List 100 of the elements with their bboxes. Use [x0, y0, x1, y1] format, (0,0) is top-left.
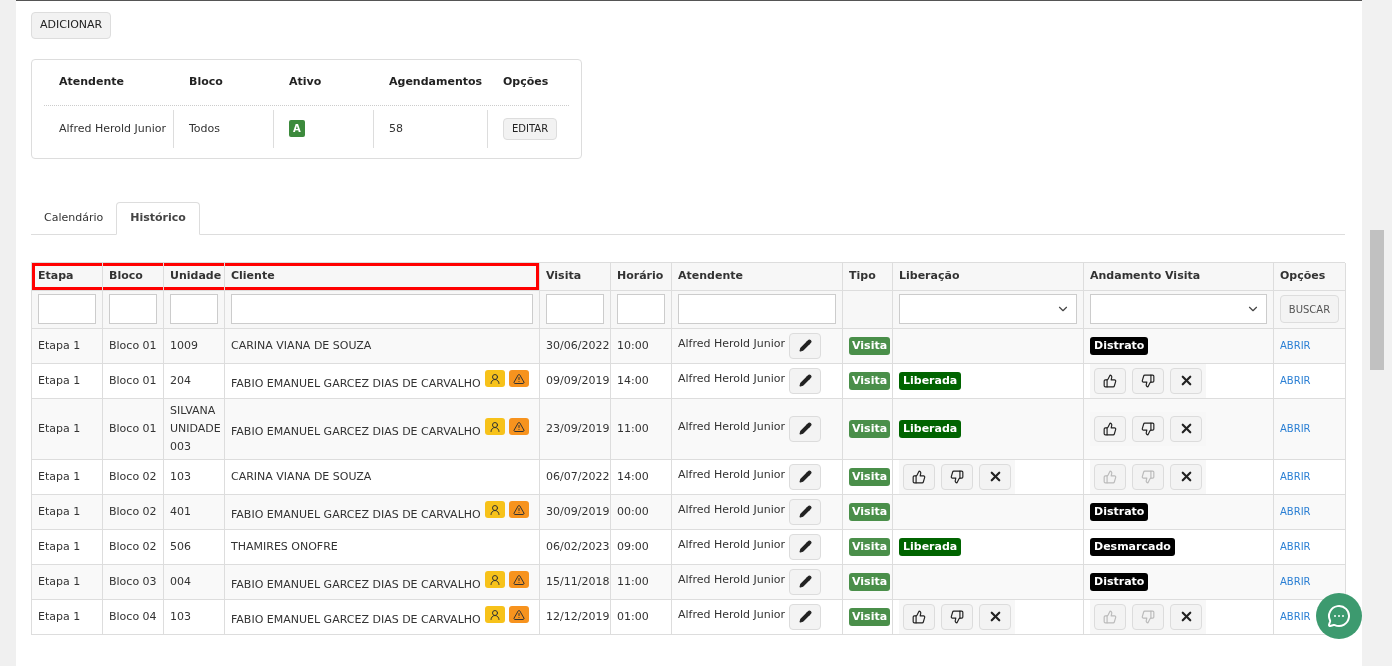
- thumbs-up-button[interactable]: [1094, 415, 1126, 442]
- thumbs-down-button[interactable]: [1132, 367, 1164, 394]
- open-link[interactable]: ABRIR: [1280, 421, 1311, 437]
- edit-button[interactable]: [789, 498, 822, 525]
- cancel-button[interactable]: [1170, 367, 1202, 394]
- open-link[interactable]: ABRIR: [1280, 539, 1311, 555]
- edit-button[interactable]: EDITAR: [503, 117, 558, 140]
- column-header: Bloco: [188, 74, 224, 90]
- status-badge: Distrato: [1090, 572, 1149, 591]
- pencil-icon: [798, 339, 812, 353]
- tab[interactable]: Histórico: [116, 201, 200, 235]
- thumbs-up-button[interactable]: [1094, 367, 1126, 394]
- open-link[interactable]: ABRIR: [1280, 373, 1311, 389]
- pencil-icon: [798, 374, 812, 388]
- thumbs-down-button[interactable]: [1132, 463, 1164, 490]
- thumbs-up-button[interactable]: [1094, 603, 1126, 630]
- table-cell: Alfred Herold Junior: [678, 501, 786, 518]
- table-cell: THAMIRES ONOFRE: [231, 538, 338, 555]
- filter-field[interactable]: [170, 294, 218, 325]
- add-button[interactable]: ADICIONAR: [31, 11, 112, 39]
- pencil-icon: [798, 422, 812, 436]
- open-link[interactable]: ABRIR: [1280, 469, 1311, 485]
- open-link[interactable]: ABRIR: [1280, 504, 1311, 520]
- tab[interactable]: Calendário: [31, 201, 117, 235]
- table-cell: 06/02/2023: [546, 538, 610, 555]
- edit-button[interactable]: [789, 463, 822, 490]
- status-badge: Distrato: [1090, 502, 1149, 521]
- table-cell: 00:00: [617, 503, 649, 520]
- pencil-icon: [798, 575, 812, 589]
- cancel-button[interactable]: [979, 463, 1011, 490]
- table-cell: Etapa 1: [38, 573, 81, 590]
- thumbs-up-button[interactable]: [903, 463, 935, 490]
- status-badge: Desmarcado: [1090, 537, 1175, 556]
- chat-icon: [1327, 604, 1351, 628]
- column-header: Atendente: [672, 262, 843, 291]
- cancel-button[interactable]: [1170, 603, 1202, 630]
- table-cell-text: 1009: [170, 337, 198, 354]
- table-cell: 23/09/2019: [546, 420, 610, 437]
- type-badge: Visita: [849, 467, 891, 486]
- open-link[interactable]: ABRIR: [1280, 609, 1311, 625]
- chat-button[interactable]: [1316, 593, 1362, 639]
- thumbs-down-button[interactable]: [941, 603, 973, 630]
- warning-icon: [508, 418, 529, 436]
- column-header: Opções: [502, 74, 550, 90]
- open-link[interactable]: ABRIR: [1280, 338, 1311, 354]
- thumbs-up-button[interactable]: [1094, 463, 1126, 490]
- search-button[interactable]: BUSCAR: [1280, 295, 1339, 324]
- table-cell: Alfred Herold Junior: [678, 466, 786, 483]
- table-cell: 58: [389, 120, 403, 137]
- filter-field[interactable]: [231, 294, 533, 325]
- cancel-button[interactable]: [1170, 463, 1202, 490]
- edit-button[interactable]: [789, 367, 822, 394]
- filter-field[interactable]: [38, 294, 96, 325]
- open-link[interactable]: ABRIR: [1280, 574, 1311, 590]
- table-cell: Bloco 02: [109, 503, 157, 520]
- user-alert-icon: [484, 501, 505, 519]
- warning-icon: [508, 571, 529, 589]
- cancel-button[interactable]: [979, 603, 1011, 630]
- edit-button[interactable]: [789, 332, 822, 359]
- user-alert-icon: [484, 418, 505, 436]
- filter-field[interactable]: [617, 294, 665, 325]
- table-cell: Alfred Herold Junior: [678, 418, 786, 435]
- user-alert-icon: [484, 370, 505, 388]
- thumbs-up-button[interactable]: [903, 603, 935, 630]
- thumbs-down-button[interactable]: [1132, 415, 1164, 442]
- table-cell: Bloco 01: [109, 372, 157, 389]
- edit-button[interactable]: [789, 533, 822, 560]
- table-cell: Todos: [189, 120, 221, 137]
- table-cell: Etapa 1: [38, 337, 81, 354]
- edit-button[interactable]: [789, 568, 822, 595]
- column-header: Tipo: [843, 262, 893, 291]
- table-cell: Alfred Herold Junior: [59, 120, 167, 137]
- filter-field[interactable]: [109, 294, 157, 325]
- filter-field[interactable]: [678, 294, 836, 325]
- edit-button[interactable]: [789, 415, 822, 442]
- filter-field[interactable]: [546, 294, 604, 325]
- table-cell: Alfred Herold Junior: [678, 335, 786, 352]
- table-cell-text: 004: [170, 573, 191, 590]
- table-cell: Alfred Herold Junior: [678, 370, 786, 387]
- table-cell: 12/12/2019: [546, 608, 610, 625]
- column-header: Atendente: [58, 74, 125, 90]
- pencil-icon: [798, 505, 812, 519]
- table-cell: 09/09/2019: [546, 372, 610, 389]
- table-cell: CARINA VIANA DE SOUZA: [231, 468, 372, 485]
- column-header: Etapa: [32, 262, 103, 291]
- table-cell: Etapa 1: [38, 503, 81, 520]
- table-cell: 11:00: [617, 573, 649, 590]
- column-header: Ativo: [288, 74, 323, 90]
- table-cell: FABIO EMANUEL GARCEZ DIAS DE CARVALHO: [231, 576, 481, 593]
- table-cell: Bloco 01: [109, 420, 157, 437]
- type-badge: Visita: [849, 336, 891, 355]
- table-cell: 10:00: [617, 337, 649, 354]
- table-cell: 14:00: [617, 468, 649, 485]
- table-cell: 30/06/2022: [546, 337, 610, 354]
- thumbs-down-button[interactable]: [941, 463, 973, 490]
- thumbs-down-button[interactable]: [1132, 603, 1164, 630]
- table-cell: FABIO EMANUEL GARCEZ DIAS DE CARVALHO: [231, 375, 481, 392]
- column-header: Unidade: [164, 262, 225, 291]
- cancel-button[interactable]: [1170, 415, 1202, 442]
- edit-button[interactable]: [789, 603, 822, 630]
